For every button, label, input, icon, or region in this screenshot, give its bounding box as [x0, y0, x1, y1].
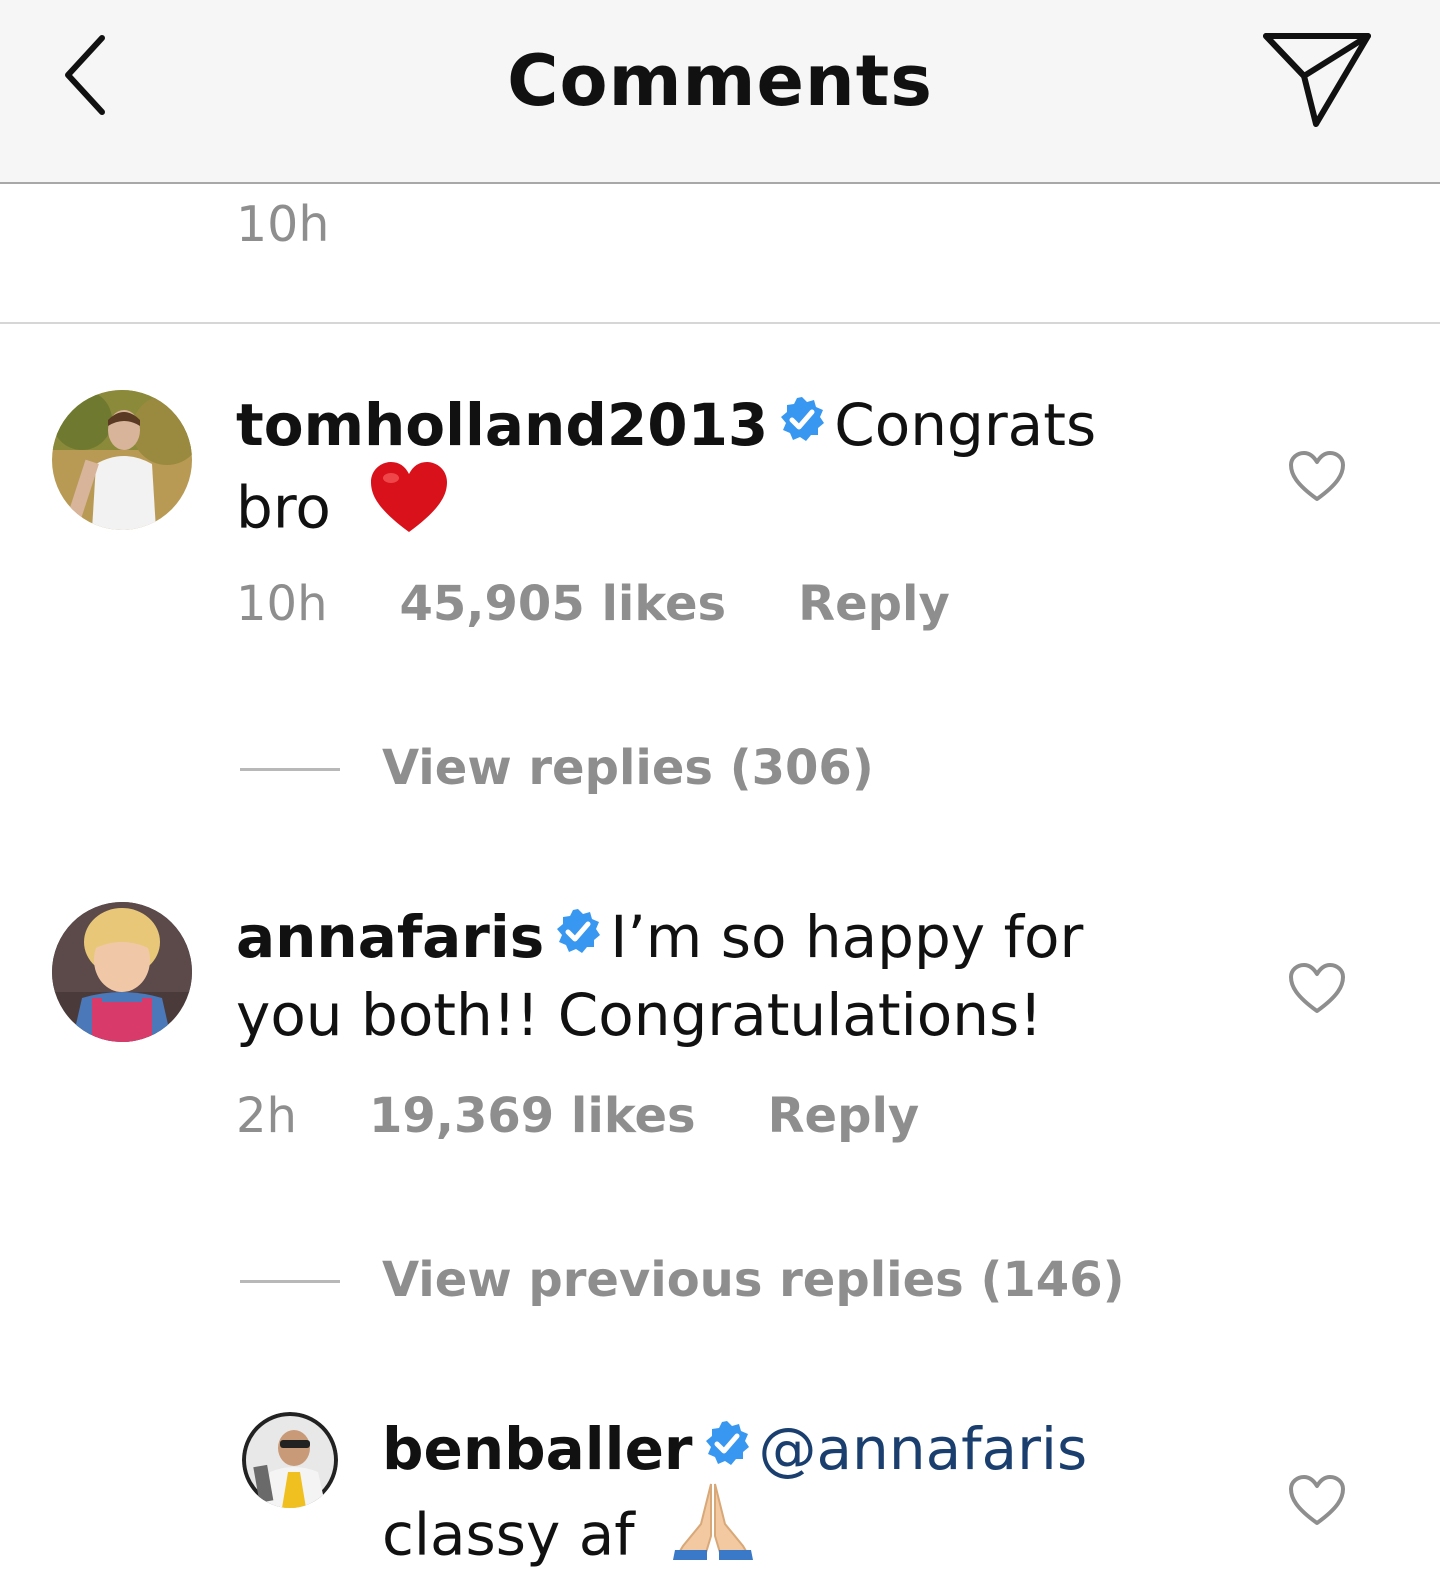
reply-button[interactable]: Reply	[798, 576, 950, 632]
reply-button[interactable]: Reply	[768, 1088, 920, 1144]
page-title: Comments	[507, 40, 933, 122]
header-bar: Comments	[0, 0, 1440, 184]
share-button[interactable]	[1262, 28, 1374, 132]
comment-text-line2: classy af	[382, 1500, 635, 1569]
comment-body: annafaris I’m so happy for you both!! Con…	[236, 900, 1083, 1052]
avatar[interactable]	[52, 390, 192, 530]
comment-text-line1: I’m so happy for	[610, 903, 1084, 971]
verified-badge-icon	[703, 1410, 751, 1484]
avatar-photo	[52, 902, 192, 1042]
like-heart-button[interactable]	[1288, 450, 1346, 502]
comment-username[interactable]: annafaris	[236, 903, 544, 971]
heart-outline-icon	[1289, 1475, 1345, 1525]
replies-line	[240, 1280, 340, 1283]
comment-body: tomholland2013 Congrats bro	[236, 388, 1096, 557]
comment-username[interactable]: tomholland2013	[236, 391, 768, 459]
paper-plane-icon	[1263, 33, 1371, 127]
comment-text-line2: you both!! Congratulations!	[236, 980, 1043, 1049]
heart-outline-icon	[1289, 963, 1345, 1013]
comment-time: 2h	[236, 1088, 297, 1144]
comment-username[interactable]: benballer	[382, 1415, 693, 1483]
view-replies-button[interactable]: View replies (306)	[382, 740, 874, 796]
folded-hands-icon	[671, 1480, 755, 1577]
comment-text-line1: Congrats	[834, 391, 1097, 459]
avatar-photo	[242, 1412, 338, 1508]
verified-badge-icon	[554, 898, 602, 972]
view-previous-replies-button[interactable]: View previous replies (146)	[382, 1252, 1125, 1308]
red-heart-icon	[369, 460, 449, 551]
heart-outline-icon	[1289, 451, 1345, 501]
comment-meta: 2h 19,369 likes Reply	[236, 1088, 991, 1144]
comment-body: benballer @annafaris classy af	[382, 1412, 1087, 1587]
previous-comment-time: 10h	[236, 196, 330, 253]
mention-link[interactable]: @annafaris	[759, 1415, 1088, 1483]
section-divider	[0, 322, 1440, 324]
replies-line	[240, 768, 340, 771]
comment-meta: 10h 45,905 likes Reply	[236, 576, 1022, 632]
comment-text-line2: bro	[236, 473, 331, 542]
comment-likes[interactable]: 19,369 likes	[369, 1088, 696, 1144]
like-heart-button[interactable]	[1288, 1474, 1346, 1526]
verified-badge-icon	[778, 386, 826, 460]
comment-time: 10h	[236, 576, 328, 632]
avatar-photo	[52, 390, 192, 530]
like-heart-button[interactable]	[1288, 962, 1346, 1014]
avatar[interactable]	[52, 902, 192, 1042]
avatar[interactable]	[242, 1412, 338, 1508]
comment-likes[interactable]: 45,905 likes	[400, 576, 727, 632]
